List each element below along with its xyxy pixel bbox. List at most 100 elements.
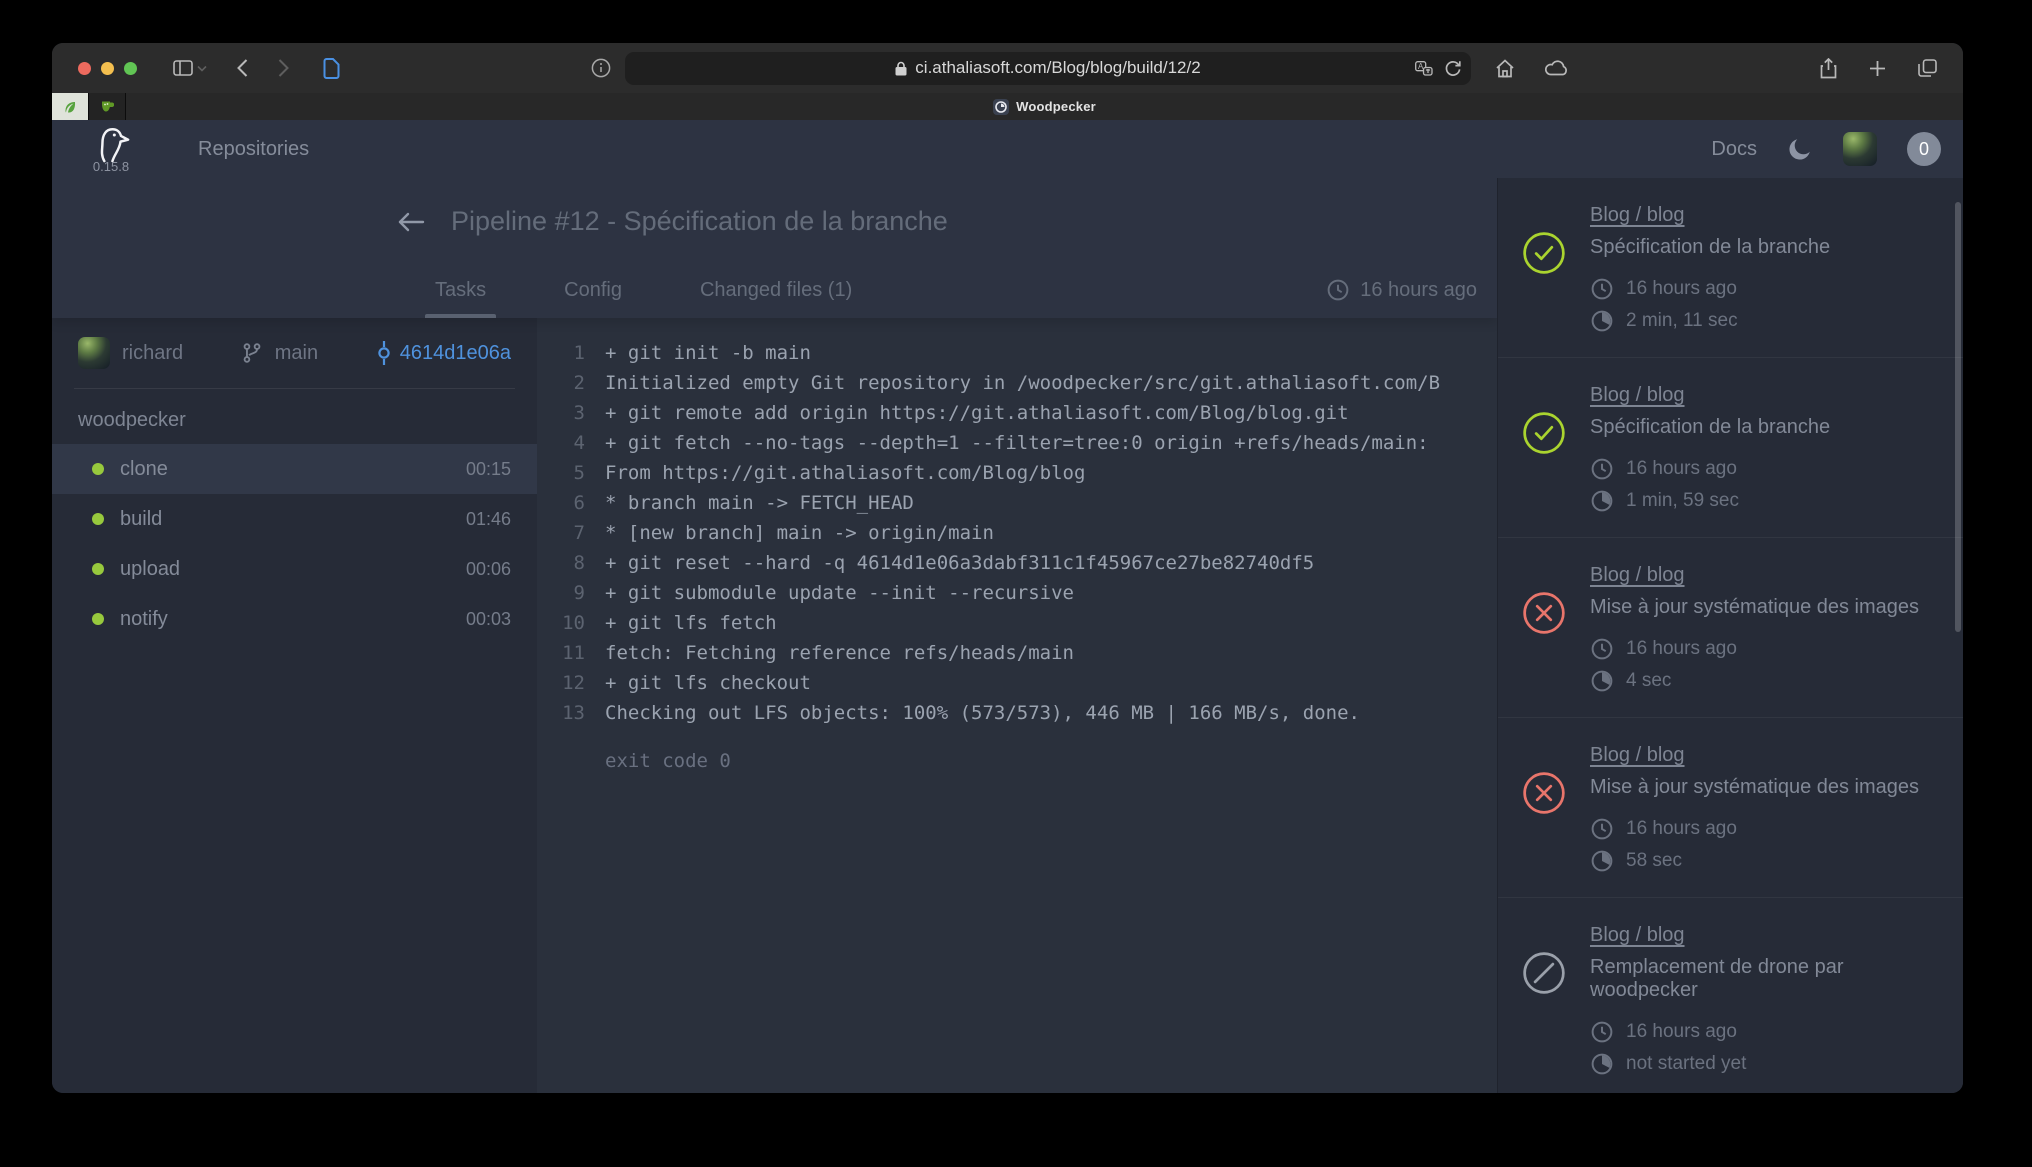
translate-icon[interactable]: A	[1415, 61, 1433, 76]
nav-docs[interactable]: Docs	[1711, 138, 1757, 161]
build-time-ago: 16 hours ago	[1626, 818, 1737, 840]
build-duration: not started yet	[1626, 1053, 1746, 1075]
pinned-tab-1[interactable]	[52, 93, 89, 120]
log-line-text: + git submodule update --init --recursiv…	[605, 578, 1074, 608]
build-list-item[interactable]: Blog / blog Mise à jour systématique des…	[1498, 718, 1963, 898]
commit-author: richard	[78, 337, 183, 369]
log-line[interactable]: 10 + git lfs fetch	[537, 608, 1497, 638]
skipped-slash-icon	[1521, 950, 1567, 996]
log-line[interactable]: 5 From https://git.athaliasoft.com/Blog/…	[537, 458, 1497, 488]
tab-tasks[interactable]: Tasks	[425, 279, 496, 318]
log-line[interactable]: 1 + git init -b main	[537, 338, 1497, 368]
log-line-text: + git remote add origin https://git.atha…	[605, 398, 1349, 428]
workflow-name: woodpecker	[52, 389, 537, 444]
pipeline-step[interactable]: upload 00:06	[52, 544, 537, 594]
tab-changed-files[interactable]: Changed files (1)	[690, 279, 862, 318]
woodpecker-logo[interactable]: 0.15.8	[82, 125, 140, 174]
active-browser-tab[interactable]: Woodpecker	[126, 93, 1963, 120]
log-line-number: 6	[537, 488, 585, 518]
log-line[interactable]: 3 + git remote add origin https://git.at…	[537, 398, 1497, 428]
build-list-item[interactable]: Blog / blog Spécification de la branche …	[1498, 358, 1963, 538]
pipeline-tabs: Tasks Config Changed files (1) 16 hours …	[425, 278, 1477, 318]
log-line-number: 7	[537, 518, 585, 548]
close-window-button[interactable]	[78, 62, 91, 75]
duration-pie-icon	[1590, 489, 1614, 513]
build-list-item[interactable]: Blog / blog Mise à jour systématique des…	[1498, 538, 1963, 718]
build-list-item[interactable]: Blog / blog Spécification de la branche …	[1498, 178, 1963, 358]
cloud-icon[interactable]	[1545, 60, 1569, 76]
duration-pie-icon	[1590, 309, 1614, 333]
build-repo-link[interactable]: Blog / blog	[1590, 744, 1685, 767]
log-line-number: 4	[537, 428, 585, 458]
build-time-row: 16 hours ago	[1590, 1020, 1947, 1044]
forward-button[interactable]	[278, 59, 289, 77]
build-repo-link[interactable]: Blog / blog	[1590, 924, 1685, 947]
author-avatar	[78, 337, 110, 369]
page-document-icon	[323, 58, 340, 79]
notification-badge[interactable]: 0	[1907, 132, 1941, 166]
log-line[interactable]: 7 * [new branch] main -> origin/main	[537, 518, 1497, 548]
build-list-item[interactable]: Blog / blog Remplacement de drone par wo…	[1498, 898, 1963, 1093]
window-controls[interactable]	[78, 62, 137, 75]
back-button[interactable]	[237, 59, 248, 77]
step-name: clone	[120, 458, 168, 481]
step-list: clone 00:15 build 01:46 upload 00:06 not…	[52, 444, 537, 644]
zoom-window-button[interactable]	[124, 62, 137, 75]
build-repo-link[interactable]: Blog / blog	[1590, 384, 1685, 407]
log-line[interactable]: 2 Initialized empty Git repository in /w…	[537, 368, 1497, 398]
reload-icon[interactable]	[1445, 60, 1461, 77]
log-line[interactable]: 13 Checking out LFS objects: 100% (573/5…	[537, 698, 1497, 728]
duration-pie-icon	[1590, 849, 1614, 873]
chevron-down-icon[interactable]	[197, 65, 207, 72]
log-line-number: 3	[537, 398, 585, 428]
back-arrow-icon[interactable]	[397, 211, 425, 233]
log-line-text: fetch: Fetching reference refs/heads/mai…	[605, 638, 1074, 668]
sidebar-toggle-icon[interactable]	[173, 60, 193, 76]
build-time-row: 16 hours ago	[1590, 277, 1947, 301]
share-icon[interactable]	[1820, 58, 1837, 79]
recent-builds-panel: Blog / blog Spécification de la branche …	[1497, 178, 1963, 1093]
build-time-row: 16 hours ago	[1590, 637, 1947, 661]
log-line[interactable]: 6 * branch main -> FETCH_HEAD	[537, 488, 1497, 518]
log-line-number: 2	[537, 368, 585, 398]
commit-sha-link[interactable]: 4614d1e06a	[376, 340, 511, 366]
log-line-text: * branch main -> FETCH_HEAD	[605, 488, 914, 518]
new-tab-icon[interactable]	[1869, 60, 1886, 77]
success-check-icon	[1521, 410, 1567, 456]
tab-overview-icon[interactable]	[1918, 59, 1937, 77]
reader-info-icon[interactable]	[591, 58, 611, 78]
build-time-row: 16 hours ago	[1590, 817, 1947, 841]
clock-icon	[1590, 457, 1614, 481]
build-commit-message: Spécification de la branche	[1590, 416, 1947, 439]
commit-branch: main	[241, 341, 318, 365]
nav-repositories[interactable]: Repositories	[198, 138, 309, 161]
pinned-tab-2[interactable]	[89, 93, 126, 120]
log-line[interactable]: 9 + git submodule update --init --recurs…	[537, 578, 1497, 608]
log-line[interactable]: 8 + git reset --hard -q 4614d1e06a3dabf3…	[537, 548, 1497, 578]
minimize-window-button[interactable]	[101, 62, 114, 75]
tab-config[interactable]: Config	[554, 279, 632, 318]
pipeline-sidebar: richard main	[52, 318, 537, 1093]
log-line[interactable]: 11 fetch: Fetching reference refs/heads/…	[537, 638, 1497, 668]
leaf-favicon-icon	[63, 100, 77, 114]
log-line[interactable]: 12 + git lfs checkout	[537, 668, 1497, 698]
woodpecker-app: 0.15.8 Repositories Docs 0	[52, 120, 1963, 1093]
scrollbar-thumb[interactable]	[1955, 202, 1961, 632]
build-commit-message: Mise à jour systématique des images	[1590, 596, 1947, 619]
pipeline-step[interactable]: build 01:46	[52, 494, 537, 544]
user-avatar[interactable]	[1843, 132, 1877, 166]
build-repo-link[interactable]: Blog / blog	[1590, 564, 1685, 587]
dark-mode-moon-icon[interactable]	[1787, 136, 1813, 162]
address-bar[interactable]: ci.athaliasoft.com/Blog/blog/build/12/2 …	[625, 52, 1471, 85]
build-duration: 2 min, 11 sec	[1626, 310, 1738, 332]
log-line-number: 12	[537, 668, 585, 698]
pipeline-step[interactable]: clone 00:15	[52, 444, 537, 494]
log-line[interactable]: 4 + git fetch --no-tags --depth=1 --filt…	[537, 428, 1497, 458]
pipeline-title: Pipeline #12 - Spécification de la branc…	[451, 206, 948, 237]
duration-pie-icon	[1590, 1052, 1614, 1076]
build-repo-link[interactable]: Blog / blog	[1590, 204, 1685, 227]
pipeline-step[interactable]: notify 00:03	[52, 594, 537, 644]
home-icon[interactable]	[1495, 59, 1515, 78]
success-check-icon	[1521, 230, 1567, 276]
browser-toolbar: ci.athaliasoft.com/Blog/blog/build/12/2 …	[52, 43, 1963, 93]
